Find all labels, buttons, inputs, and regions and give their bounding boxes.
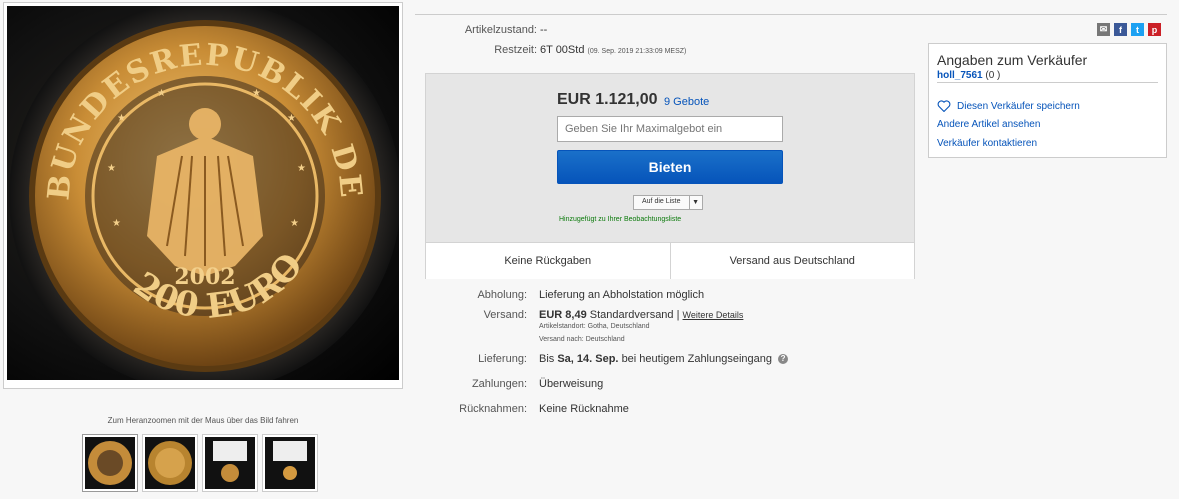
divider xyxy=(937,82,1158,83)
time-left-label: Restzeit: xyxy=(494,44,537,56)
divider xyxy=(415,14,1167,15)
heart-icon xyxy=(937,100,951,112)
returns-value: Keine Rücknahme xyxy=(539,403,629,415)
main-product-image[interactable]: BUNDESREPUBLIK DEUTSCHLAND 200 EURO 2002… xyxy=(3,2,403,389)
seller-title: Angaben zum Verkäufer xyxy=(937,52,1088,68)
svg-text:★: ★ xyxy=(287,113,296,124)
shipping-type: Standardversand xyxy=(589,309,674,321)
returns-info: Keine Rückgaben xyxy=(426,243,671,279)
coin-illustration: BUNDESREPUBLIK DEUTSCHLAND 200 EURO 2002… xyxy=(7,6,399,380)
svg-text:★: ★ xyxy=(290,218,299,229)
thumbnail-1-image xyxy=(85,437,135,489)
thumbnail-3-image xyxy=(205,437,255,489)
help-icon[interactable]: ? xyxy=(778,354,789,365)
mail-icon[interactable]: ✉ xyxy=(1097,23,1110,36)
seller-feedback: (0 ) xyxy=(985,70,1001,81)
share-icons: ✉ f t p xyxy=(1097,23,1161,36)
condition-value: -- xyxy=(540,24,548,36)
bid-box-footer: Keine Rückgaben Versand aus Deutschland xyxy=(426,242,914,279)
thumbnail-4[interactable] xyxy=(262,434,318,492)
watchlist-confirmation: Hinzugefügt zu Ihrer Beobachtungsliste xyxy=(559,216,682,223)
max-bid-input[interactable] xyxy=(557,116,783,142)
time-left-value: 6T 00Std xyxy=(540,44,585,56)
separator: | xyxy=(676,309,680,321)
shipping-origin-info: Versand aus Deutschland xyxy=(729,255,855,267)
ship-to: Versand nach: Deutschland xyxy=(539,336,625,343)
bid-box: EUR 1.121,00 9 Gebote Bieten Auf die Lis… xyxy=(425,73,915,279)
condition-label: Artikelzustand: xyxy=(464,24,537,36)
svg-text:★: ★ xyxy=(117,113,126,124)
other-items-link[interactable]: Andere Artikel ansehen xyxy=(937,119,1040,130)
thumbnail-1[interactable] xyxy=(82,434,138,492)
payment-value: Überweisung xyxy=(539,378,604,390)
delivery-suffix: bei heutigem Zahlungseingang xyxy=(621,353,773,365)
contact-seller-link[interactable]: Verkäufer kontaktieren xyxy=(937,138,1037,149)
shipping-details-link[interactable]: Weitere Details xyxy=(683,310,744,320)
save-seller-label[interactable]: Diesen Verkäufer speichern xyxy=(957,101,1080,112)
svg-text:★: ★ xyxy=(252,88,261,99)
thumbnail-2[interactable] xyxy=(142,434,198,492)
chevron-down-icon[interactable]: ▼ xyxy=(690,196,702,209)
svg-text:★: ★ xyxy=(112,218,121,229)
thumbnail-strip xyxy=(82,434,318,492)
thumbnail-4-image xyxy=(265,437,315,489)
payment-label: Zahlungen: xyxy=(471,378,527,390)
svg-text:★: ★ xyxy=(107,163,116,174)
watchlist-button[interactable]: Auf die Liste ▼ xyxy=(633,195,703,210)
zoom-hint: Zum Heranzoomen mit der Maus über das Bi… xyxy=(107,416,299,425)
facebook-icon[interactable]: f xyxy=(1114,23,1127,36)
delivery-prefix: Bis xyxy=(539,353,555,365)
pickup-label: Abholung: xyxy=(477,289,527,301)
delivery-date: Sa, 14. Sep. xyxy=(557,353,619,365)
save-seller-link[interactable]: Diesen Verkäufer speichern xyxy=(937,100,1080,112)
delivery-label: Lieferung: xyxy=(478,353,527,365)
coin-year: 2002 xyxy=(174,264,235,290)
svg-text:★: ★ xyxy=(157,88,166,99)
current-price: EUR 1.121,00 xyxy=(557,91,658,108)
bid-button[interactable]: Bieten xyxy=(557,150,783,184)
seller-name-link[interactable]: holl_7561 xyxy=(937,70,983,81)
coin-photo: BUNDESREPUBLIK DEUTSCHLAND 200 EURO 2002… xyxy=(7,6,399,380)
shipping-label: Versand: xyxy=(483,309,527,321)
item-location: Artikelstandort: Gotha, Deutschland xyxy=(539,323,650,330)
time-left-detail: (09. Sep. 2019 21:33:09 MESZ) xyxy=(587,48,687,55)
returns-label: Rücknahmen: xyxy=(459,403,527,415)
svg-text:★: ★ xyxy=(297,163,306,174)
watchlist-label[interactable]: Auf die Liste xyxy=(634,196,690,209)
twitter-icon[interactable]: t xyxy=(1131,23,1144,36)
pinterest-icon[interactable]: p xyxy=(1148,23,1161,36)
pickup-value: Lieferung an Abholstation möglich xyxy=(539,289,705,301)
thumbnail-2-image xyxy=(145,437,195,489)
thumbnail-3[interactable] xyxy=(202,434,258,492)
seller-panel: Angaben zum Verkäufer holl_7561 (0 ) Die… xyxy=(928,43,1167,158)
shipping-price: EUR 8,49 xyxy=(539,309,587,321)
bids-count-link[interactable]: 9 Gebote xyxy=(664,96,709,108)
